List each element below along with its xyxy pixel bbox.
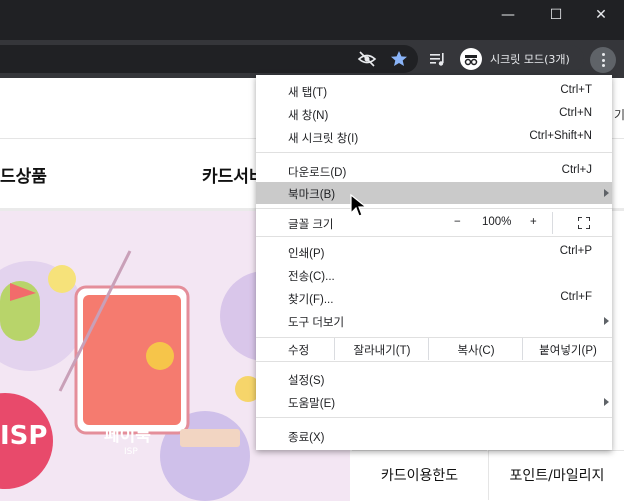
fullscreen-icon[interactable]: [578, 217, 590, 229]
quick-link-card-limit[interactable]: 카드이용한도: [352, 450, 487, 500]
zoom-label: 글꼴 크기: [288, 219, 334, 231]
chrome-main-menu: 새 탭(T) Ctrl+T 새 창(N) Ctrl+N 새 시크릿 창(I) C…: [256, 75, 612, 450]
edit-cut-button[interactable]: 잘라내기(T): [334, 338, 429, 360]
menu-item-find[interactable]: 찾기(F)... Ctrl+F: [256, 287, 612, 309]
right-edge-text: 기: [614, 108, 624, 122]
menu-item-label: 도움말(E): [288, 398, 336, 410]
menu-item-downloads[interactable]: 다운로드(D) Ctrl+J: [256, 160, 612, 182]
menu-item-print[interactable]: 인쇄(P) Ctrl+P: [256, 241, 612, 263]
edit-paste-label: 붙여넣기(P): [539, 345, 597, 357]
isp-badge: ISP: [0, 421, 48, 451]
menu-item-shortcut: Ctrl+Shift+N: [529, 130, 592, 142]
hero-title: 페이북: [104, 426, 151, 446]
menu-item-label: 북마크(B): [288, 189, 336, 201]
menu-separator: [256, 208, 612, 209]
nav-item-card-products[interactable]: 드상품: [0, 162, 47, 187]
zoom-in-button[interactable]: +: [530, 216, 537, 228]
title-bar: — ☐ ✕: [0, 0, 624, 40]
quick-link-label: 포인트/마일리지: [509, 468, 605, 484]
menu-zoom-row: 글꼴 크기 − 100% +: [256, 212, 612, 234]
menu-item-shortcut: Ctrl+F: [560, 291, 592, 303]
edit-cut-label: 잘라내기(T): [353, 345, 411, 357]
quick-link-points-mileage[interactable]: 포인트/마일리지: [488, 450, 624, 500]
more-vert-icon[interactable]: [590, 47, 616, 73]
edit-copy-label: 복사(C): [457, 345, 495, 357]
menu-separator: [256, 417, 612, 418]
quick-link-label: 카드이용한도: [380, 468, 459, 484]
menu-item-shortcut: Ctrl+P: [559, 245, 592, 257]
menu-item-shortcut: Ctrl+T: [560, 84, 592, 96]
menu-item-settings[interactable]: 설정(S): [256, 368, 612, 390]
menu-item-help[interactable]: 도움말(E): [256, 391, 612, 413]
incognito-profile-button[interactable]: 시크릿 모드(3개): [458, 45, 584, 73]
menu-item-bookmarks[interactable]: 북마크(B): [256, 182, 612, 204]
menu-item-more-tools[interactable]: 도구 더보기: [256, 310, 612, 332]
menu-item-label: 종료(X): [288, 432, 325, 444]
menu-item-cast[interactable]: 전송(C)...: [256, 264, 612, 286]
zoom-value: 100%: [482, 216, 512, 228]
menu-item-label: 전송(C)...: [288, 271, 335, 283]
minimize-button[interactable]: —: [492, 4, 524, 26]
hero-subtitle: ISP: [124, 447, 138, 457]
menu-item-new-tab[interactable]: 새 탭(T) Ctrl+T: [256, 80, 612, 102]
menu-item-label: 인쇄(P): [288, 248, 325, 260]
chevron-right-icon: [604, 398, 609, 406]
menu-separator: [256, 236, 612, 237]
menu-item-label: 도구 더보기: [288, 317, 345, 329]
menu-item-new-window[interactable]: 새 창(N) Ctrl+N: [256, 103, 612, 125]
menu-separator: [256, 152, 612, 153]
chevron-right-icon: [604, 317, 609, 325]
maximize-button[interactable]: ☐: [540, 4, 572, 26]
menu-item-label: 다운로드(D): [288, 167, 347, 179]
incognito-icon: [460, 48, 482, 70]
menu-item-label: 새 창(N): [288, 110, 329, 122]
menu-item-exit[interactable]: 종료(X): [256, 425, 612, 447]
chevron-right-icon: [604, 189, 609, 197]
zoom-out-button[interactable]: −: [454, 216, 461, 228]
profile-label: 시크릿 모드(3개): [490, 53, 570, 66]
media-control-icon[interactable]: [428, 49, 448, 69]
address-bar[interactable]: [0, 45, 418, 73]
menu-separator: [256, 361, 612, 362]
eye-off-icon[interactable]: [357, 49, 377, 69]
menu-item-label: 새 시크릿 창(I): [288, 133, 359, 145]
edit-paste-button[interactable]: 붙여넣기(P): [522, 338, 613, 360]
menu-item-shortcut: Ctrl+J: [561, 164, 592, 176]
menu-item-label: 새 탭(T): [288, 87, 328, 99]
mouse-cursor-icon: [350, 193, 368, 217]
edit-copy-button[interactable]: 복사(C): [428, 338, 523, 360]
edit-label: 수정: [288, 345, 310, 357]
menu-item-label: 찾기(F)...: [288, 294, 334, 306]
menu-item-shortcut: Ctrl+N: [559, 107, 592, 119]
menu-item-label: 설정(S): [288, 375, 325, 387]
close-button[interactable]: ✕: [585, 4, 617, 26]
zoom-divider: [552, 212, 553, 234]
menu-item-new-incognito-window[interactable]: 새 시크릿 창(I) Ctrl+Shift+N: [256, 126, 612, 148]
bookmark-star-icon[interactable]: [389, 49, 409, 69]
